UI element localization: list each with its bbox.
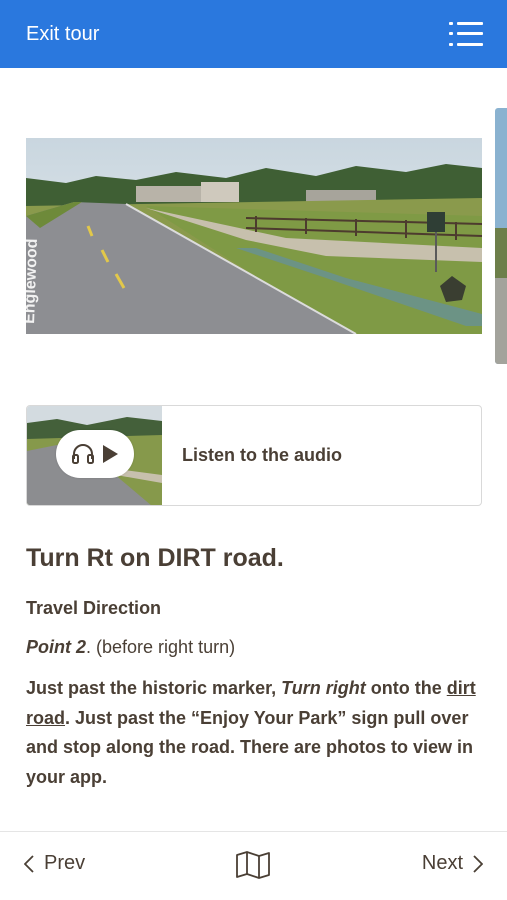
audio-label: Listen to the audio <box>182 445 342 465</box>
headphones-icon <box>72 444 94 464</box>
chevron-right-icon <box>473 854 483 873</box>
directions-part-3: . Just past the “Enjoy Your Park” sign p… <box>26 707 474 787</box>
bottom-nav: Prev Next <box>0 831 507 900</box>
map-button[interactable] <box>235 850 271 880</box>
audio-play-control[interactable] <box>56 430 134 478</box>
prev-button[interactable]: Prev <box>24 852 85 875</box>
directions-part-1: Just past the historic marker, <box>26 678 282 698</box>
directions-emphasis: Turn right <box>281 678 366 698</box>
next-photo-peek[interactable] <box>495 108 507 364</box>
chevron-left-icon <box>24 854 34 873</box>
travel-direction-heading: Travel Direction <box>26 598 162 618</box>
road-photo-image: Englewood <box>26 138 482 334</box>
map-icon <box>236 851 270 879</box>
audio-thumbnail <box>27 406 162 505</box>
tour-photo[interactable]: Englewood <box>26 138 482 334</box>
next-button[interactable]: Next <box>422 852 483 875</box>
point-label: Point 2 <box>26 637 87 657</box>
list-menu-icon[interactable] <box>449 20 483 48</box>
point-suffix: . (before right turn) <box>86 637 236 657</box>
directions-part-2: onto the <box>365 678 447 698</box>
next-photo-image <box>495 108 507 364</box>
directions-text: Just past the historic marker, Turn righ… <box>26 674 486 792</box>
audio-player-card[interactable]: Listen to the audio <box>26 405 482 506</box>
prev-label: Prev <box>44 852 86 874</box>
play-icon <box>103 445 118 463</box>
exit-tour-button[interactable]: Exit tour <box>26 23 99 46</box>
next-label: Next <box>421 852 463 874</box>
top-bar: Exit tour <box>0 0 507 68</box>
stop-title: Turn Rt on DIRT road. <box>26 544 284 572</box>
point-line: Point 2. (before right turn) <box>26 637 235 658</box>
